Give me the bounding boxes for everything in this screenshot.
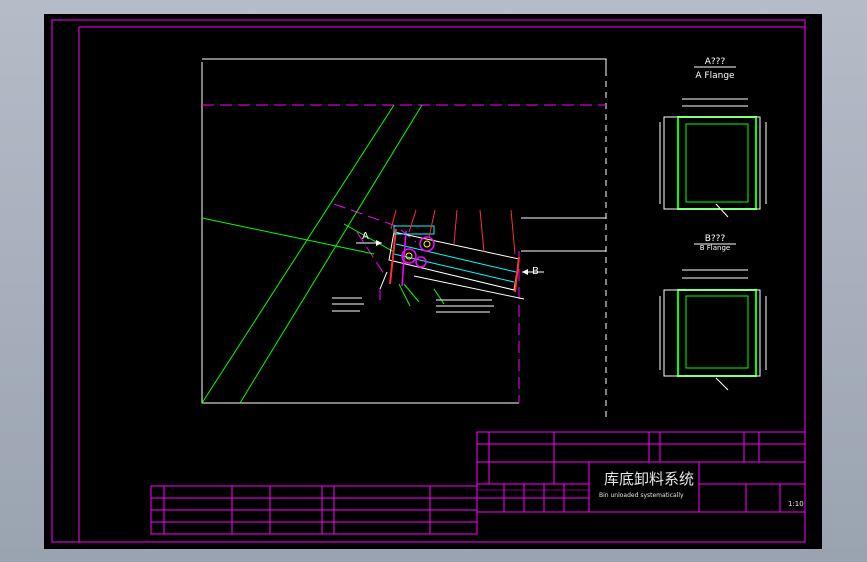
- drawing-title: 库底卸料系统: [604, 470, 694, 488]
- flange-view-b: B??? B Flange: [659, 234, 767, 391]
- flange-a-title: A???: [705, 57, 726, 67]
- scale-value: 1:10: [788, 500, 804, 508]
- cad-drawing: A B A??? A Flange B??? B Flange 库底卸料系统 B…: [51, 19, 806, 543]
- section-marker-b: B: [522, 266, 544, 277]
- flange-b-title: B???: [705, 234, 726, 244]
- annotation-text-blocks: [332, 297, 494, 313]
- marker-b-label: B: [532, 266, 539, 277]
- chute-lines: [201, 104, 423, 404]
- marker-a-label: A: [362, 231, 369, 242]
- title-block: 库底卸料系统 Bin unloaded systematically 1:10: [476, 431, 806, 513]
- drawing-frame: [51, 19, 806, 543]
- flange-view-a: A??? A Flange: [659, 57, 767, 218]
- cad-viewport[interactable]: A B A??? A Flange B??? B Flange 库底卸料系统 B…: [44, 14, 822, 549]
- feeder-assembly: [379, 225, 525, 307]
- flange-b-subtitle: B Flange: [700, 244, 730, 252]
- drawing-subtitle: Bin unloaded systematically: [599, 492, 684, 499]
- parts-list: [150, 485, 478, 535]
- flange-a-subtitle: A Flange: [695, 71, 735, 81]
